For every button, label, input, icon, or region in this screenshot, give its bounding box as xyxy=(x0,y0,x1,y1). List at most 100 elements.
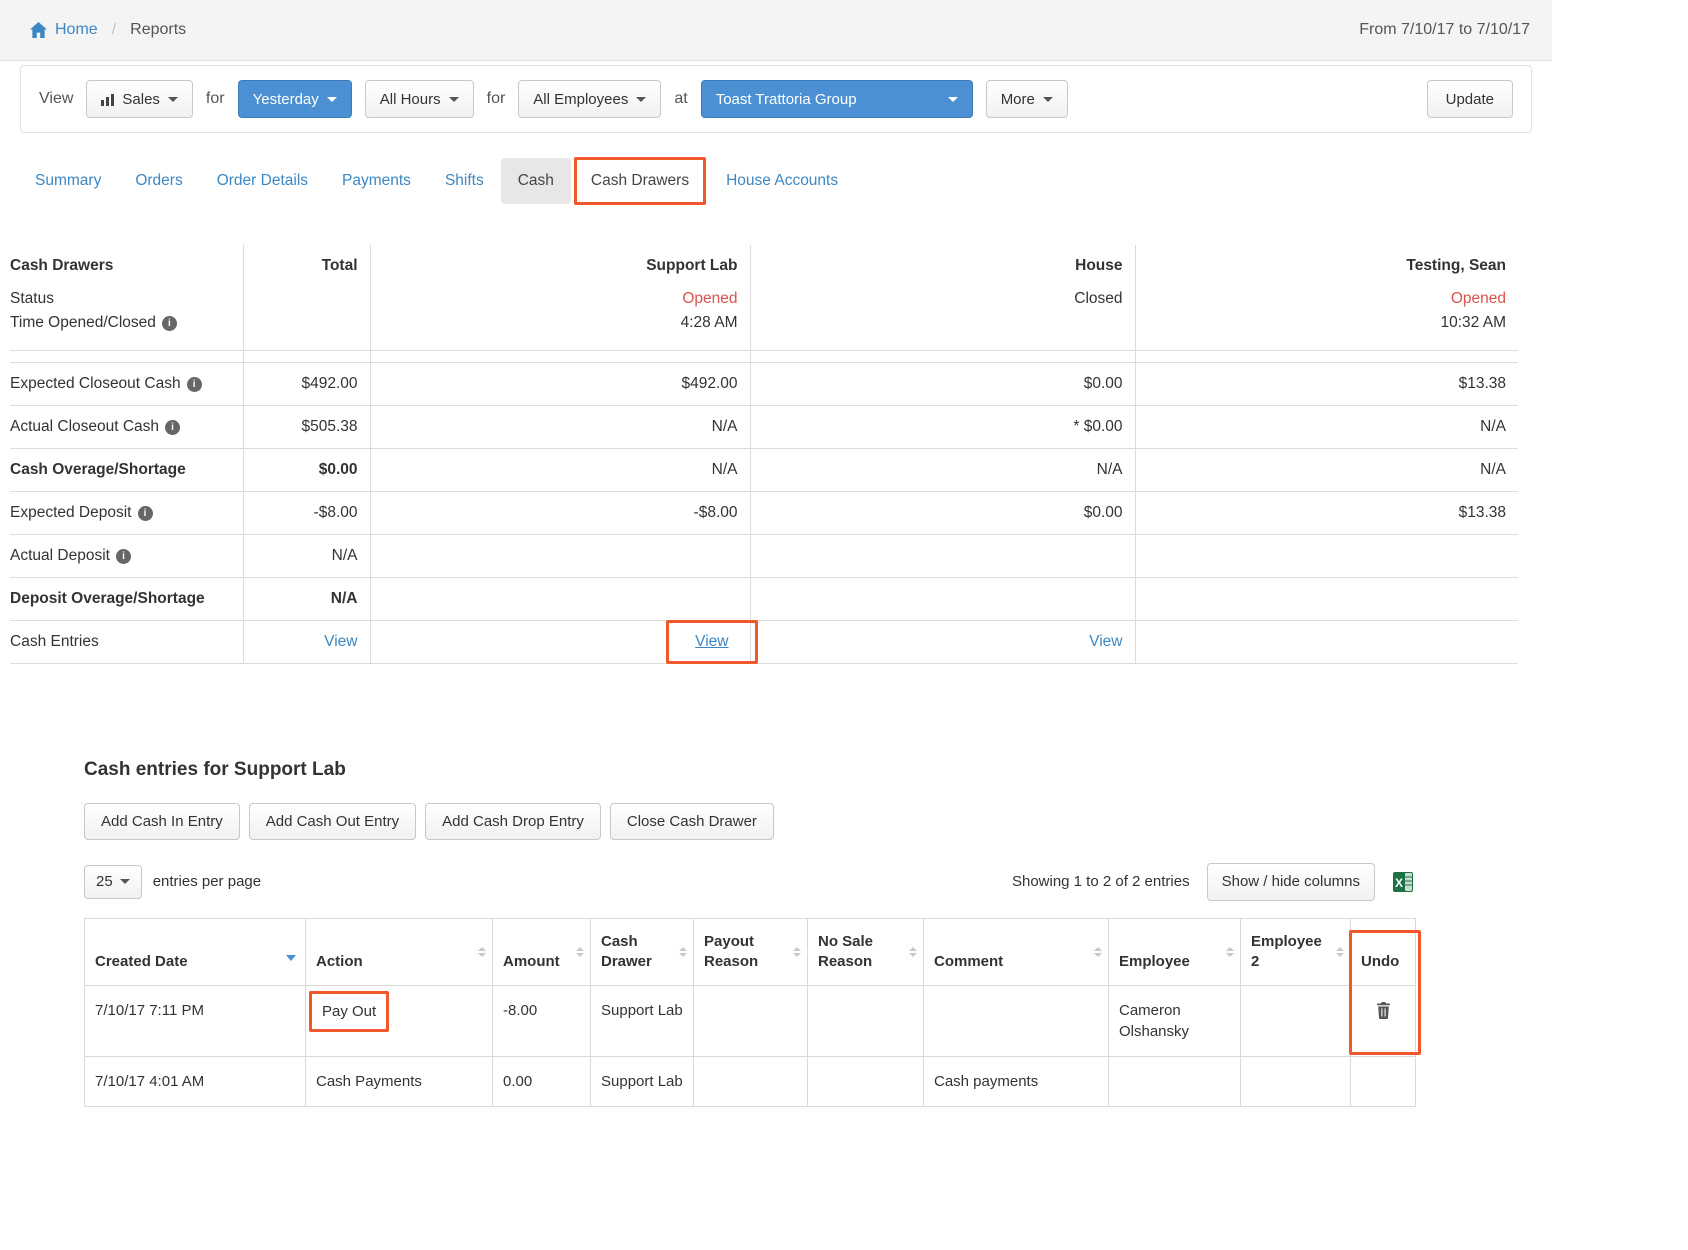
no-sale-reason-cell xyxy=(808,1057,924,1107)
created-date-cell: 7/10/17 7:11 PM xyxy=(85,986,306,1057)
caret-down-icon xyxy=(449,97,459,102)
sort-icon[interactable] xyxy=(679,947,687,957)
status-house: Closed xyxy=(750,287,1135,311)
actual-deposit-row: Actual Deposit N/A xyxy=(10,534,1518,577)
col-header-action[interactable]: Action xyxy=(306,918,493,986)
col-header-cash-drawer[interactable]: Cash Drawer xyxy=(591,918,694,986)
sort-icon[interactable] xyxy=(793,947,801,957)
status-testing-sean: Opened xyxy=(1135,287,1518,311)
tab-orders[interactable]: Orders xyxy=(118,158,199,204)
add-cash-drop-button[interactable]: Add Cash Drop Entry xyxy=(425,803,601,840)
actual-closeout-cash-row: Actual Closeout Cash $505.38 N/A * $0.00… xyxy=(10,405,1518,448)
info-icon[interactable] xyxy=(162,316,177,331)
more-dropdown[interactable]: More xyxy=(986,80,1068,118)
tab-house-accounts[interactable]: House Accounts xyxy=(709,158,855,204)
col-header-comment[interactable]: Comment xyxy=(924,918,1109,986)
cash-entries-section: Cash entries for Support Lab Add Cash In… xyxy=(84,759,1415,1108)
entries-per-page-label: entries per page xyxy=(153,873,261,890)
excel-export-icon[interactable]: X xyxy=(1392,871,1415,893)
showing-entries-label: Showing 1 to 2 of 2 entries xyxy=(1012,873,1190,890)
employee-cell: Cameron Olshansky xyxy=(1109,986,1241,1057)
col-header-amount[interactable]: Amount xyxy=(493,918,591,986)
col-header-employee-2[interactable]: Employee 2 xyxy=(1241,918,1351,986)
employees-dropdown[interactable]: All Employees xyxy=(518,80,661,118)
page-size-value: 25 xyxy=(96,873,113,890)
cash-entries-row: Cash Entries View View View xyxy=(10,620,1518,663)
undo-entry-button[interactable] xyxy=(1370,1000,1397,1024)
page-size-dropdown[interactable]: 25 xyxy=(84,865,142,899)
breadcrumb-separator: / xyxy=(107,21,121,39)
date-dropdown-label: Yesterday xyxy=(253,91,319,108)
tab-cash-drawers[interactable]: Cash Drawers xyxy=(574,157,706,205)
info-icon[interactable] xyxy=(116,549,131,564)
add-cash-in-button[interactable]: Add Cash In Entry xyxy=(84,803,240,840)
col-header-no-sale-reason[interactable]: No Sale Reason xyxy=(808,918,924,986)
info-icon[interactable] xyxy=(165,420,180,435)
sort-icon[interactable] xyxy=(1094,947,1102,957)
spacer-row xyxy=(10,335,1518,350)
drawer-col-testing-sean: Testing, Sean xyxy=(1135,245,1518,287)
show-hide-columns-button[interactable]: Show / hide columns xyxy=(1207,863,1375,901)
tab-payments[interactable]: Payments xyxy=(325,158,428,204)
tab-order-details[interactable]: Order Details xyxy=(200,158,325,204)
col-header-undo: Undo xyxy=(1351,918,1416,986)
col-header-created-date[interactable]: Created Date xyxy=(85,918,306,986)
employee-2-cell xyxy=(1241,1057,1351,1107)
col-header-employee[interactable]: Employee xyxy=(1109,918,1241,986)
tab-shifts[interactable]: Shifts xyxy=(428,158,501,204)
comment-cell: Cash payments xyxy=(924,1057,1109,1107)
for-label: for xyxy=(206,90,225,108)
tab-cash[interactable]: Cash xyxy=(501,158,571,204)
home-icon xyxy=(30,22,47,38)
caret-down-icon xyxy=(120,879,130,884)
cash-entries-table-wrap: Created Date Action Amount Cash Drawer P… xyxy=(84,918,1415,1108)
hours-dropdown[interactable]: All Hours xyxy=(365,80,474,118)
location-select[interactable]: Toast Trattoria Group xyxy=(701,80,973,118)
home-link-label: Home xyxy=(55,21,98,39)
expected-deposit-row: Expected Deposit -$8.00 -$8.00 $0.00 $13… xyxy=(10,491,1518,534)
view-link-support-lab[interactable]: View xyxy=(695,633,728,650)
sort-desc-icon[interactable] xyxy=(286,955,296,961)
payout-reason-cell xyxy=(694,1057,808,1107)
caret-down-icon xyxy=(327,97,337,102)
created-date-cell: 7/10/17 4:01 AM xyxy=(85,1057,306,1107)
entry-row: 7/10/17 4:01 AM Cash Payments 0.00 Suppo… xyxy=(85,1057,1416,1107)
info-icon[interactable] xyxy=(187,377,202,392)
breadcrumb: Home / Reports xyxy=(30,21,186,39)
info-icon[interactable] xyxy=(138,506,153,521)
add-cash-out-button[interactable]: Add Cash Out Entry xyxy=(249,803,416,840)
sort-icon[interactable] xyxy=(478,947,486,957)
entry-buttons: Add Cash In Entry Add Cash Out Entry Add… xyxy=(84,803,1415,840)
breadcrumb-bar: Home / Reports From 7/10/17 to 7/10/17 xyxy=(0,0,1552,61)
employee-2-cell xyxy=(1241,986,1351,1057)
comment-cell xyxy=(924,986,1109,1057)
action-cell: Cash Payments xyxy=(306,1057,493,1107)
sales-dropdown[interactable]: Sales xyxy=(86,80,193,118)
employee-cell xyxy=(1109,1057,1241,1107)
tab-summary[interactable]: Summary xyxy=(18,158,118,204)
time-support-lab: 4:28 AM xyxy=(370,311,750,335)
sort-icon[interactable] xyxy=(1226,947,1234,957)
time-label: Time Opened/Closed xyxy=(10,314,156,331)
home-link[interactable]: Home xyxy=(30,21,98,39)
entries-header-row: Created Date Action Amount Cash Drawer P… xyxy=(85,918,1416,986)
date-range-label: From 7/10/17 to 7/10/17 xyxy=(1359,21,1530,39)
update-button[interactable]: Update xyxy=(1427,80,1513,118)
col-header-payout-reason[interactable]: Payout Reason xyxy=(694,918,808,986)
deposit-overage-shortage-row: Deposit Overage/Shortage N/A xyxy=(10,577,1518,620)
sort-icon[interactable] xyxy=(576,947,584,957)
no-sale-reason-cell xyxy=(808,986,924,1057)
location-select-value: Toast Trattoria Group xyxy=(716,91,857,108)
sort-icon[interactable] xyxy=(1336,947,1344,957)
status-row: Status Opened Closed Opened xyxy=(10,287,1518,311)
sales-dropdown-label: Sales xyxy=(122,91,160,108)
view-link-house[interactable]: View xyxy=(1089,633,1122,650)
divider-row xyxy=(10,350,1518,362)
close-cash-drawer-button[interactable]: Close Cash Drawer xyxy=(610,803,774,840)
trash-icon xyxy=(1376,1002,1391,1019)
action-cell: Pay Out xyxy=(322,1003,376,1020)
sort-icon[interactable] xyxy=(909,947,917,957)
cash-overage-shortage-row: Cash Overage/Shortage $0.00 N/A N/A N/A xyxy=(10,448,1518,491)
view-link-total[interactable]: View xyxy=(324,633,357,650)
date-dropdown[interactable]: Yesterday xyxy=(238,80,352,118)
